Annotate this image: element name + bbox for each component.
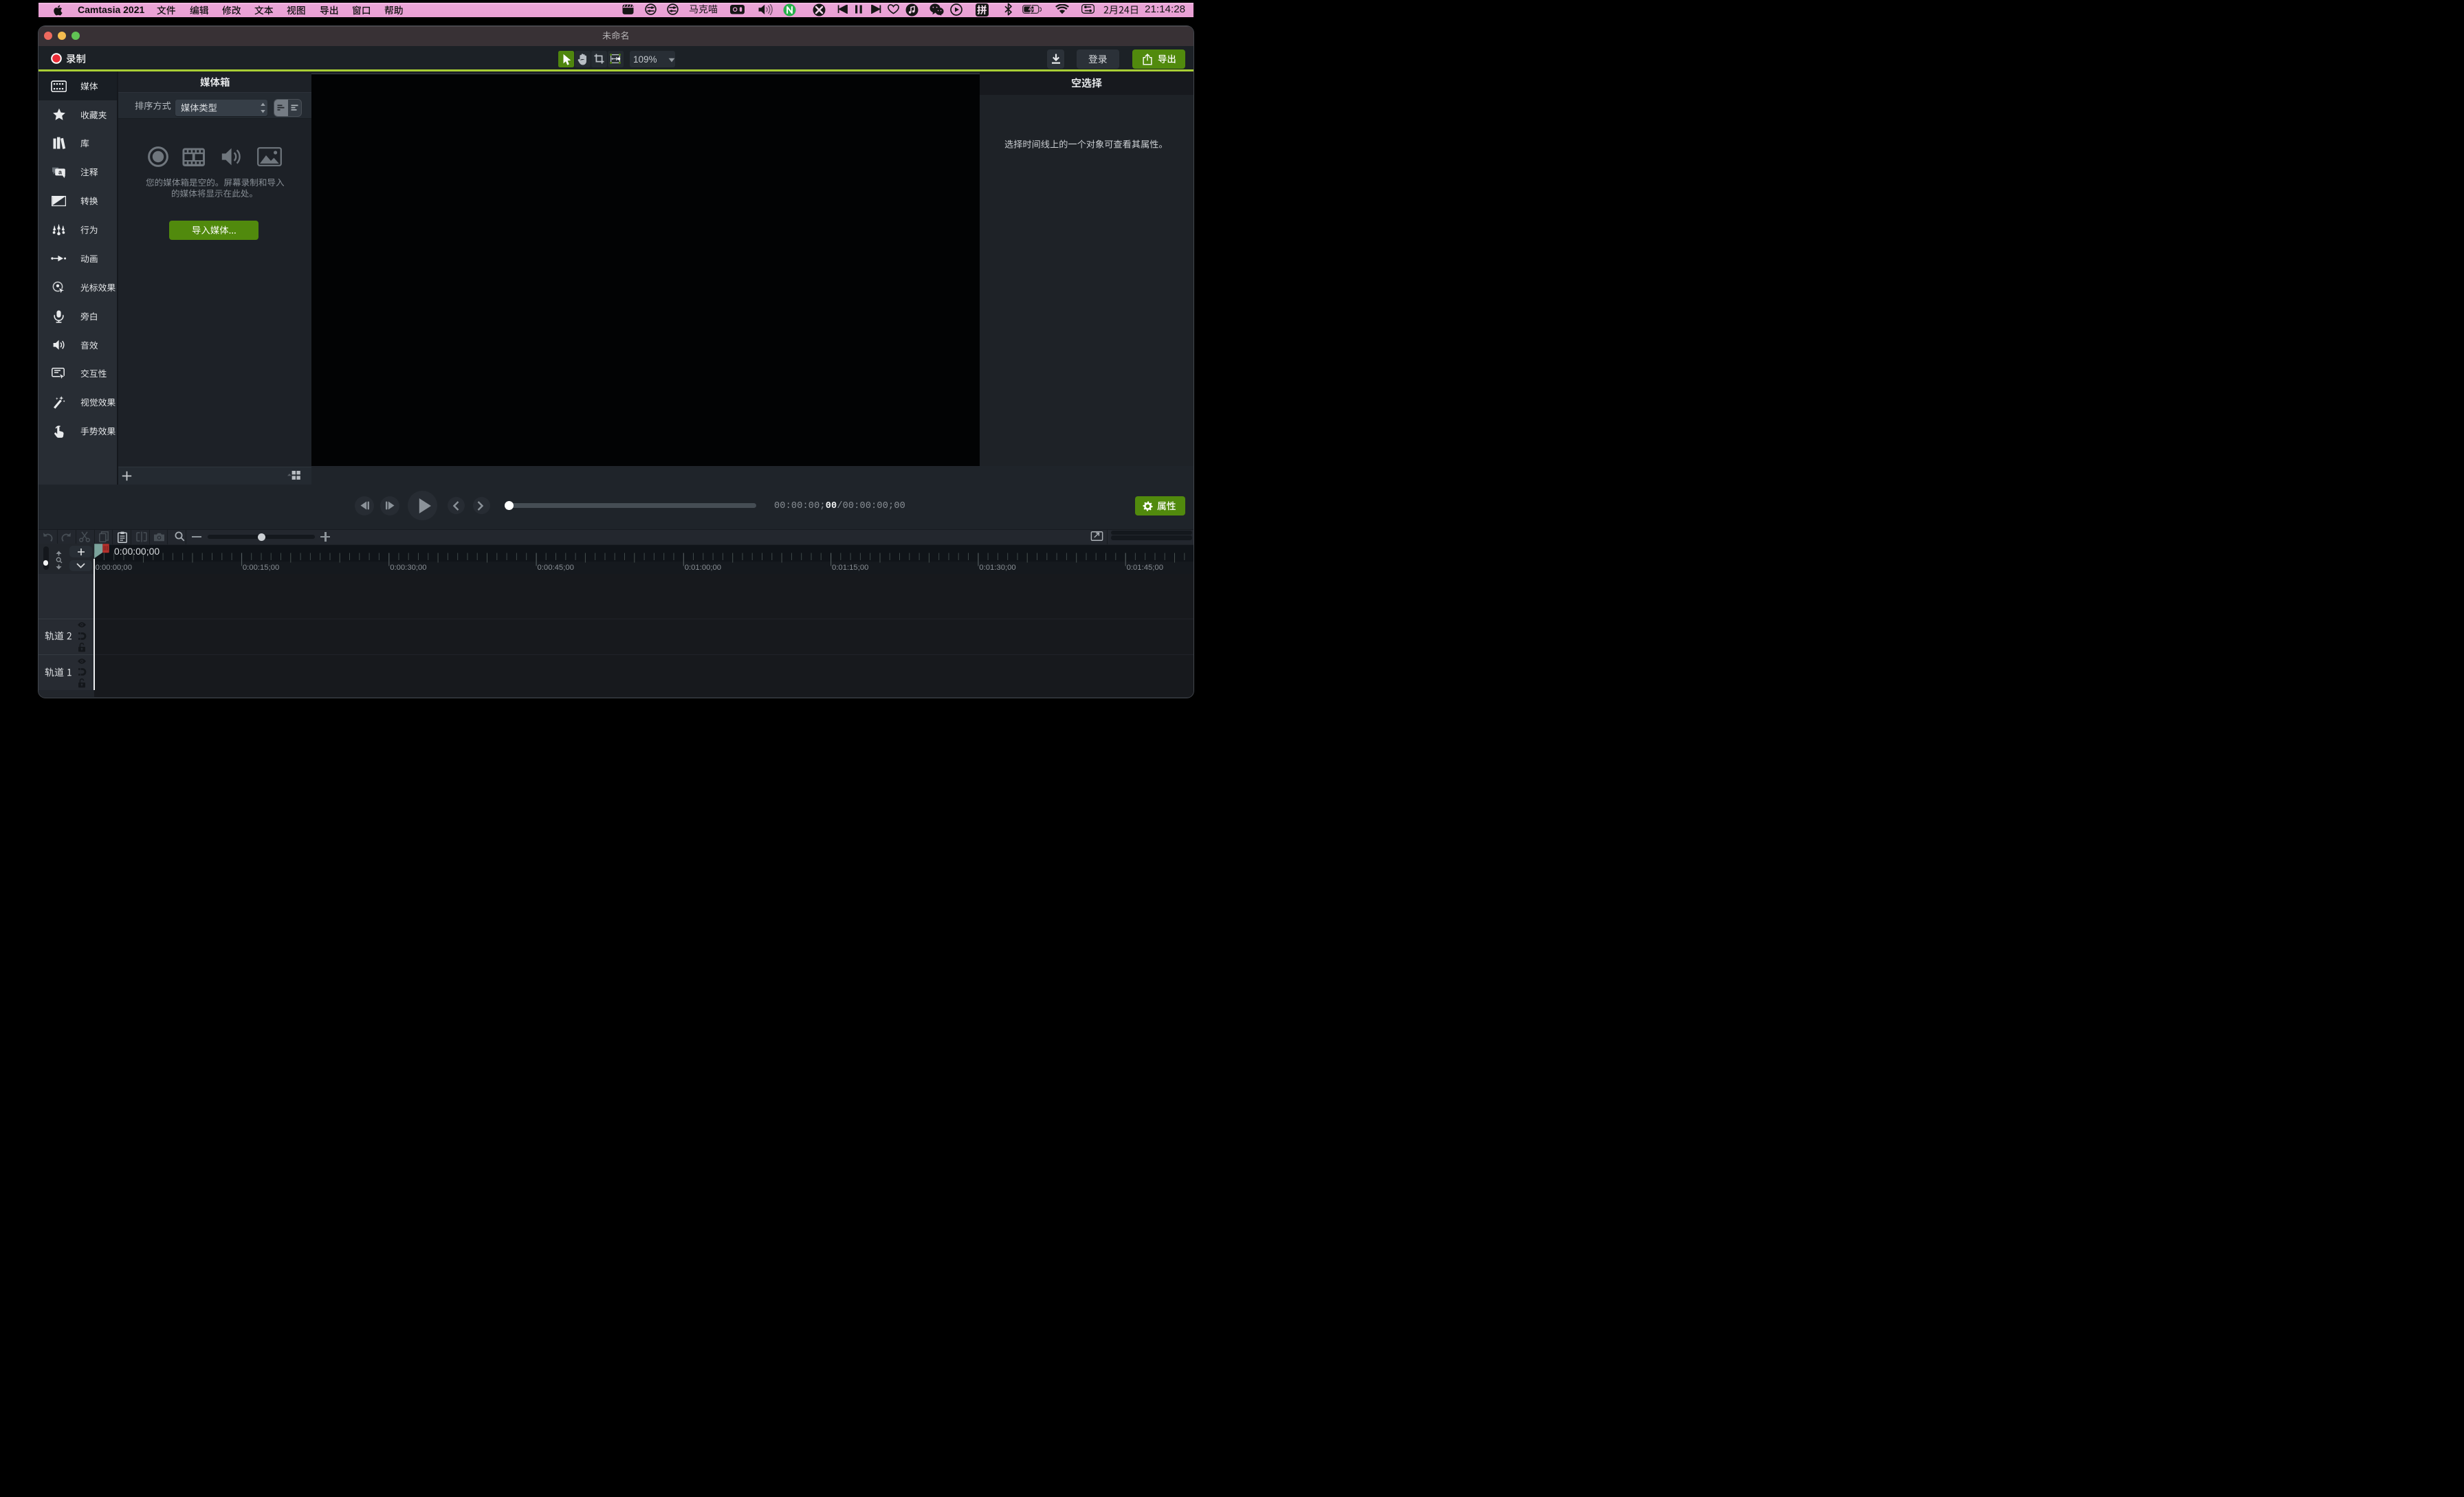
svg-text:a: a: [58, 168, 62, 175]
